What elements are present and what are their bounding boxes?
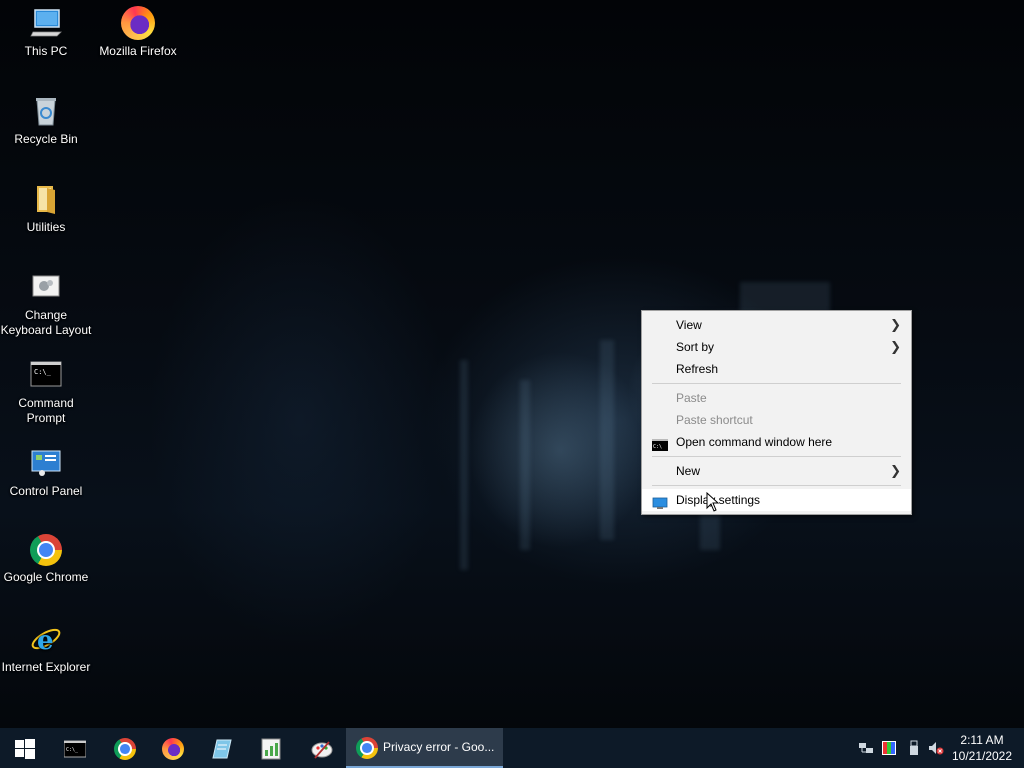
desktop-icon-label: Utilities — [26, 220, 66, 234]
desktop-icon-firefox[interactable]: Mozilla Firefox — [92, 6, 184, 59]
desktop-icon-utilities[interactable]: Utilities — [0, 182, 92, 235]
desktop-icon-label: This PC — [24, 44, 68, 58]
menu-item-label: Refresh — [676, 362, 719, 376]
desktop-icon-label: Command Prompt — [18, 396, 74, 425]
color-management-icon[interactable] — [881, 740, 897, 756]
taskbar-window-title: Privacy error - Goo... — [383, 740, 495, 754]
paint-icon — [311, 738, 333, 760]
desktop-icon-label: Change Keyboard Layout — [0, 308, 92, 337]
taskbar-active-window-chrome[interactable]: Privacy error - Goo... — [346, 728, 503, 768]
display-icon — [652, 494, 668, 509]
taskbar-spreadsheet[interactable] — [246, 728, 294, 768]
desktop-context-menu: View ❯ Sort by ❯ Refresh Paste Paste sho… — [641, 310, 912, 515]
taskbar-firefox[interactable] — [148, 728, 196, 768]
chrome-icon — [356, 737, 378, 759]
menu-item-new[interactable]: New ❯ — [642, 460, 911, 482]
clock-time: 2:11 AM — [960, 733, 1004, 747]
taskbar-chrome[interactable] — [100, 728, 148, 768]
desktop-icon-label: Mozilla Firefox — [99, 44, 177, 58]
desktop-icon-google-chrome[interactable]: Google Chrome — [0, 534, 92, 585]
notepad-icon — [211, 738, 233, 760]
menu-separator — [652, 456, 901, 457]
command-prompt-icon: C:\_ — [29, 358, 63, 392]
network-icon[interactable] — [858, 740, 874, 756]
taskbar-paint[interactable] — [297, 728, 345, 768]
command-prompt-icon: C:\ — [652, 436, 668, 451]
menu-item-label: Sort by — [676, 340, 715, 354]
menu-separator — [652, 383, 901, 384]
menu-item-refresh[interactable]: Refresh — [642, 358, 911, 380]
folder-icon — [29, 182, 63, 216]
control-panel-icon — [29, 446, 63, 480]
chevron-right-icon: ❯ — [890, 463, 901, 478]
firefox-icon — [121, 6, 155, 40]
menu-item-paste: Paste — [642, 387, 911, 409]
desktop-icon-recycle-bin[interactable]: Recycle Bin — [0, 94, 92, 147]
taskbar-command-prompt[interactable]: C:\_ — [50, 728, 98, 768]
desktop-icon-label: Google Chrome — [3, 570, 89, 584]
command-prompt-icon: C:\_ — [63, 738, 87, 760]
menu-item-label: Paste — [676, 391, 707, 405]
start-button[interactable] — [0, 728, 48, 768]
spreadsheet-icon — [260, 738, 282, 760]
desktop-icon-label: Recycle Bin — [14, 132, 78, 146]
chrome-icon — [114, 738, 136, 760]
menu-item-sort-by[interactable]: Sort by ❯ — [642, 336, 911, 358]
keyboard-layout-icon — [29, 270, 63, 304]
chevron-right-icon: ❯ — [890, 317, 901, 332]
menu-separator — [652, 485, 901, 486]
menu-item-label: View — [676, 318, 702, 332]
chevron-right-icon: ❯ — [890, 339, 901, 354]
desktop-icon-change-keyboard-layout[interactable]: Change Keyboard Layout — [0, 270, 92, 338]
menu-item-display-settings[interactable]: Display settings — [642, 489, 911, 511]
menu-item-view[interactable]: View ❯ — [642, 314, 911, 336]
firefox-icon — [162, 738, 184, 760]
menu-item-paste-shortcut: Paste shortcut — [642, 409, 911, 431]
internet-explorer-icon: e — [29, 622, 63, 656]
menu-item-open-command-window[interactable]: C:\ Open command window here — [642, 431, 911, 453]
svg-text:C:\_: C:\_ — [34, 368, 52, 376]
taskbar-clock[interactable]: 2:11 AM 10/21/2022 — [946, 732, 1018, 764]
svg-text:e: e — [37, 626, 54, 656]
desktop-icon-label: Internet Explorer — [1, 660, 91, 674]
usb-drive-icon[interactable] — [906, 740, 922, 756]
menu-item-label: New — [676, 464, 701, 478]
start-icon — [14, 738, 36, 760]
desktop-icon-control-panel[interactable]: Control Panel — [0, 446, 92, 499]
clock-date: 10/21/2022 — [951, 749, 1013, 763]
svg-text:C:\: C:\ — [653, 444, 662, 450]
chrome-icon — [30, 534, 62, 566]
desktop-icon-internet-explorer[interactable]: e Internet Explorer — [0, 622, 92, 675]
menu-item-label: Paste shortcut — [676, 413, 753, 427]
desktop-icon-this-pc[interactable]: This PC — [0, 6, 92, 59]
volume-muted-icon[interactable] — [928, 740, 944, 756]
desktop-icon-label: Control Panel — [9, 484, 83, 498]
taskbar-notepad[interactable] — [197, 728, 245, 768]
svg-text:C:\_: C:\_ — [66, 747, 79, 753]
menu-item-label: Open command window here — [676, 435, 833, 449]
taskbar: C:\_ Privacy error - Goo... 2:11 AM 10/2… — [0, 728, 1024, 768]
recycle-bin-icon — [29, 94, 63, 128]
this-pc-icon — [29, 6, 63, 40]
mouse-cursor-icon — [706, 491, 720, 517]
desktop-icon-command-prompt[interactable]: C:\_ Command Prompt — [0, 358, 92, 426]
